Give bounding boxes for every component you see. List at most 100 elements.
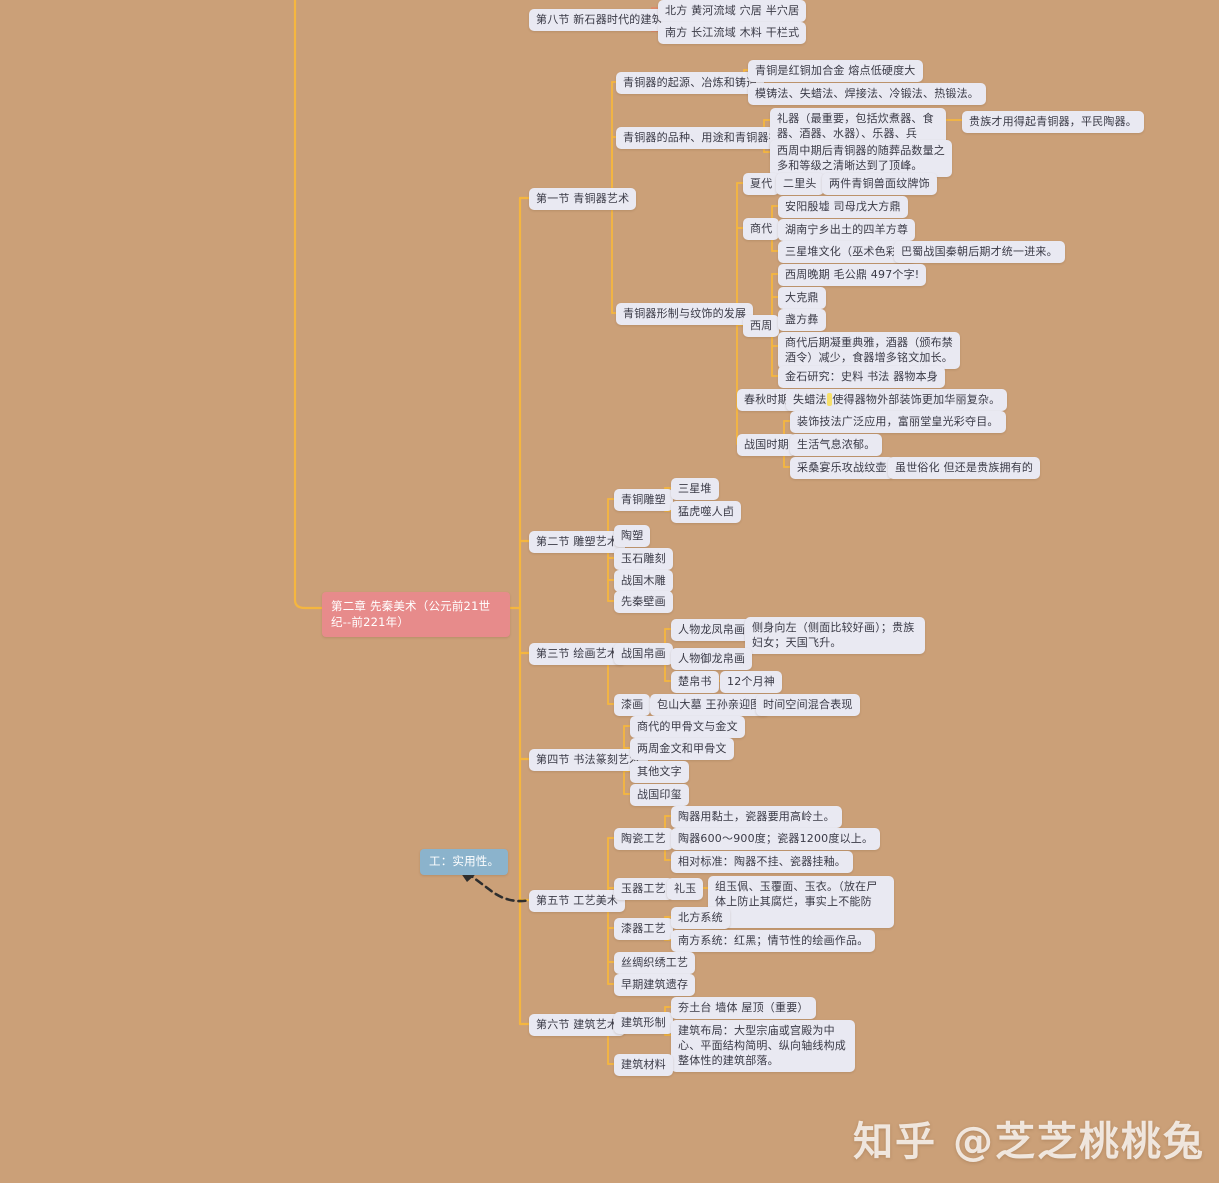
node-s1-group-2[interactable]: 青铜器形制与纹饰的发展 xyxy=(616,303,754,325)
node-s1-period-xia[interactable]: 夏代 xyxy=(743,173,780,195)
node-s3-c0-item-2-note[interactable]: 12个月神 xyxy=(720,671,782,693)
node-s1-xizhou-item-0[interactable]: 西周晚期 毛公鼎 497个字! xyxy=(778,264,927,286)
node-label: 北方 黄河流域 穴居 半穴居 xyxy=(665,4,800,17)
node-s1-xia-item-0[interactable]: 二里头 xyxy=(776,173,824,195)
node-s1-g1-item-1[interactable]: 西周中期后青铜器的随葬品数量之多和等级之清晰达到了顶峰。 xyxy=(770,140,952,177)
node-label: 丝绸织绣工艺 xyxy=(621,956,689,969)
watermark: 知乎 @芝芝桃桃兔 xyxy=(853,1109,1205,1167)
node-label: 陶器用黏土，瓷器要用高岭土。 xyxy=(678,810,835,823)
node-s3-child-0[interactable]: 战国帛画 xyxy=(614,643,673,665)
node-label: 两件青铜兽面纹牌饰 xyxy=(829,177,930,190)
node-s1-period-zhanguo[interactable]: 战国时期 xyxy=(737,434,796,456)
node-label: 第五节 工艺美术 xyxy=(536,894,619,907)
node-s1-period-xizhou[interactable]: 西周 xyxy=(743,315,780,337)
node-label: 陶器600～900度；瓷器1200度以上。 xyxy=(678,832,874,845)
node-s5-c0-item-0[interactable]: 陶器用黏土，瓷器要用高岭土。 xyxy=(671,806,842,828)
node-label: 夯土台 墙体 屋顶（重要） xyxy=(678,1001,809,1014)
node-s1-g1-item-0-note[interactable]: 贵族才用得起青铜器，平民陶器。 xyxy=(962,111,1144,133)
node-s4-child-0[interactable]: 商代的甲骨文与金文 xyxy=(630,716,745,738)
node-s3-c1-item-0-note[interactable]: 时间空间混合表现 xyxy=(756,694,860,716)
node-section-1[interactable]: 第一节 青铜器艺术 xyxy=(529,188,637,210)
node-s1-shang-item-0[interactable]: 安阳殷墟 司母戊大方鼎 xyxy=(778,196,908,218)
node-s3-c1-item-0[interactable]: 包山大墓 王孙亲迎图 xyxy=(650,694,769,716)
node-s5-child-1[interactable]: 玉器工艺 xyxy=(614,878,673,900)
node-s1-xizhou-item-1[interactable]: 大克鼎 xyxy=(778,287,826,309)
node-label: 商代后期凝重典雅，酒器（颁布禁酒令）减少，食器增多铭文加长。 xyxy=(785,336,953,364)
node-s1-g0-item-1[interactable]: 模铸法、失蜡法、焊接法、冷锻法、热锻法。 xyxy=(748,83,986,105)
node-s3-c0-item-0-note[interactable]: 侧身向左（侧面比较好画）；贵族妇女；天国飞升。 xyxy=(745,617,925,654)
node-s1-xizhou-item-4[interactable]: 金石研究：史料 书法 器物本身 xyxy=(778,366,945,388)
node-s1-zhanguo-item-2[interactable]: 采桑宴乐攻战纹壶 xyxy=(790,457,894,479)
node-s1-chunqiu-item-0[interactable]: 失蜡法 使得器物外部装饰更加华丽复杂。 xyxy=(786,389,1008,411)
node-label: 人物御龙帛画 xyxy=(678,652,746,665)
node-s5-c0-item-2[interactable]: 相对标准：陶器不挂、瓷器挂釉。 xyxy=(671,851,853,873)
node-label: 战国帛画 xyxy=(621,647,666,660)
node-s6-c0-item-1[interactable]: 建筑布局：大型宗庙或宫殿为中心、平面结构简明、纵向轴线构成整体性的建筑部落。 xyxy=(671,1020,855,1072)
node-s1-xizhou-item-3[interactable]: 商代后期凝重典雅，酒器（颁布禁酒令）减少，食器增多铭文加长。 xyxy=(778,332,960,369)
node-s4-child-3[interactable]: 战国印玺 xyxy=(630,784,689,806)
node-s3-c0-item-2[interactable]: 楚帛书 xyxy=(671,671,719,693)
node-label: 商代 xyxy=(750,222,773,235)
node-s5-c1-item-0[interactable]: 礼玉 xyxy=(667,878,704,900)
node-s2-c0-item-0[interactable]: 三星堆 xyxy=(671,478,719,500)
node-s6-child-0[interactable]: 建筑形制 xyxy=(614,1012,673,1034)
node-label: 人物龙凤帛画 xyxy=(678,623,746,636)
node-s6-child-1[interactable]: 建筑材料 xyxy=(614,1054,673,1076)
node-s1-xia-item-0-note[interactable]: 两件青铜兽面纹牌饰 xyxy=(822,173,937,195)
node-label: 夏代 xyxy=(750,177,773,190)
node-s5-c1-item-0-note[interactable]: 组玉佩、玉覆面、玉衣。（放在尸体上防止其腐烂，事实上不能防止） xyxy=(708,876,894,928)
node-root[interactable]: 第二章 先秦美术（公元前21世纪--前221年） xyxy=(322,592,510,637)
node-s3-c0-item-0[interactable]: 人物龙凤帛画 xyxy=(671,619,753,641)
node-s2-c0-item-1[interactable]: 猛虎噬人卣 xyxy=(671,501,741,523)
node-s5-c2-item-0[interactable]: 北方系统 xyxy=(671,907,730,929)
node-label: 第二章 先秦美术（公元前21世纪--前221年） xyxy=(331,599,491,629)
node-s6-c0-item-0[interactable]: 夯土台 墙体 屋顶（重要） xyxy=(671,997,816,1019)
node-s4-child-1[interactable]: 两周金文和甲骨文 xyxy=(630,738,734,760)
node-section-6[interactable]: 第六节 建筑艺术 xyxy=(529,1014,626,1036)
node-s5-child-3[interactable]: 丝绸织绣工艺 xyxy=(614,952,696,974)
node-s4-child-2[interactable]: 其他文字 xyxy=(630,761,689,783)
node-s1-shang-item-2-note[interactable]: 巴蜀战国秦朝后期才统一进来。 xyxy=(894,241,1065,263)
node-s2-child-2[interactable]: 玉石雕刻 xyxy=(614,548,673,570)
node-section-2[interactable]: 第二节 雕塑艺术 xyxy=(529,531,626,553)
node-s1-zhanguo-item-1[interactable]: 生活气息浓郁。 xyxy=(790,434,883,456)
node-label: 西周晚期 毛公鼎 497个字! xyxy=(785,268,920,281)
node-s5-c0-item-1[interactable]: 陶器600～900度；瓷器1200度以上。 xyxy=(671,828,881,850)
node-s3-child-1[interactable]: 漆画 xyxy=(614,694,651,716)
node-s2-child-4[interactable]: 先秦壁画 xyxy=(614,591,673,613)
node-section-5[interactable]: 第五节 工艺美术 xyxy=(529,890,626,912)
node-s2-child-3[interactable]: 战国木雕 xyxy=(614,570,673,592)
node-s2-child-1[interactable]: 陶塑 xyxy=(614,525,651,547)
node-s5-child-0[interactable]: 陶瓷工艺 xyxy=(614,828,673,850)
node-label: 建筑布局：大型宗庙或宫殿为中心、平面结构简明、纵向轴线构成整体性的建筑部落。 xyxy=(678,1024,846,1067)
node-label: 西周 xyxy=(750,319,773,332)
node-label: 第二节 雕塑艺术 xyxy=(536,535,619,548)
node-s1-period-shang[interactable]: 商代 xyxy=(743,218,780,240)
node-s5-child-4[interactable]: 早期建筑遗存 xyxy=(614,974,696,996)
node-s3-c0-item-1[interactable]: 人物御龙帛画 xyxy=(671,648,753,670)
node-s5-c2-item-1[interactable]: 南方系统：红黑；情节性的绘画作品。 xyxy=(671,930,876,952)
node-s2-child-0[interactable]: 青铜雕塑 xyxy=(614,489,673,511)
node-label: 贵族才用得起青铜器，平民陶器。 xyxy=(969,115,1137,128)
node-s1-shang-item-1[interactable]: 湖南宁乡出土的四羊方尊 xyxy=(778,219,916,241)
node-section-3[interactable]: 第三节 绘画艺术 xyxy=(529,643,626,665)
node-label: 漆器工艺 xyxy=(621,922,666,935)
branch-links xyxy=(293,0,963,1065)
node-label: 青铜器形制与纹饰的发展 xyxy=(623,307,747,320)
node-label: 青铜器的起源、冶炼和铸造 xyxy=(623,76,758,89)
node-s1-zhanguo-item-0[interactable]: 装饰技法广泛应用，富丽堂皇光彩夺目。 xyxy=(790,411,1006,433)
mindmap-canvas: 第八节 新石器时代的建筑艺术 北方 黄河流域 穴居 半穴居 南方 长江流域 木料… xyxy=(0,0,1219,1183)
node-prev-child-1[interactable]: 南方 长江流域 木料 干栏式 xyxy=(658,22,807,44)
node-prev-child-0[interactable]: 北方 黄河流域 穴居 半穴居 xyxy=(658,0,807,22)
node-label: 第三节 绘画艺术 xyxy=(536,647,619,660)
node-s5-child-2[interactable]: 漆器工艺 xyxy=(614,918,673,940)
node-label: 时间空间混合表现 xyxy=(763,698,853,711)
node-label-pre: 失蜡法 xyxy=(793,393,827,406)
node-label: 金石研究：史料 书法 器物本身 xyxy=(785,370,938,383)
node-label: 南方系统：红黑；情节性的绘画作品。 xyxy=(678,934,869,947)
node-s1-g0-item-0[interactable]: 青铜是红铜加合金 熔点低硬度大 xyxy=(748,60,923,82)
node-s1-zhanguo-item-2-note[interactable]: 虽世俗化 但还是贵族拥有的 xyxy=(888,457,1041,479)
node-s1-xizhou-item-2[interactable]: 盏方彝 xyxy=(778,309,826,331)
node-s1-group-0[interactable]: 青铜器的起源、冶炼和铸造 xyxy=(616,72,765,94)
node-callout-utility[interactable]: 工：实用性。 xyxy=(420,849,509,875)
